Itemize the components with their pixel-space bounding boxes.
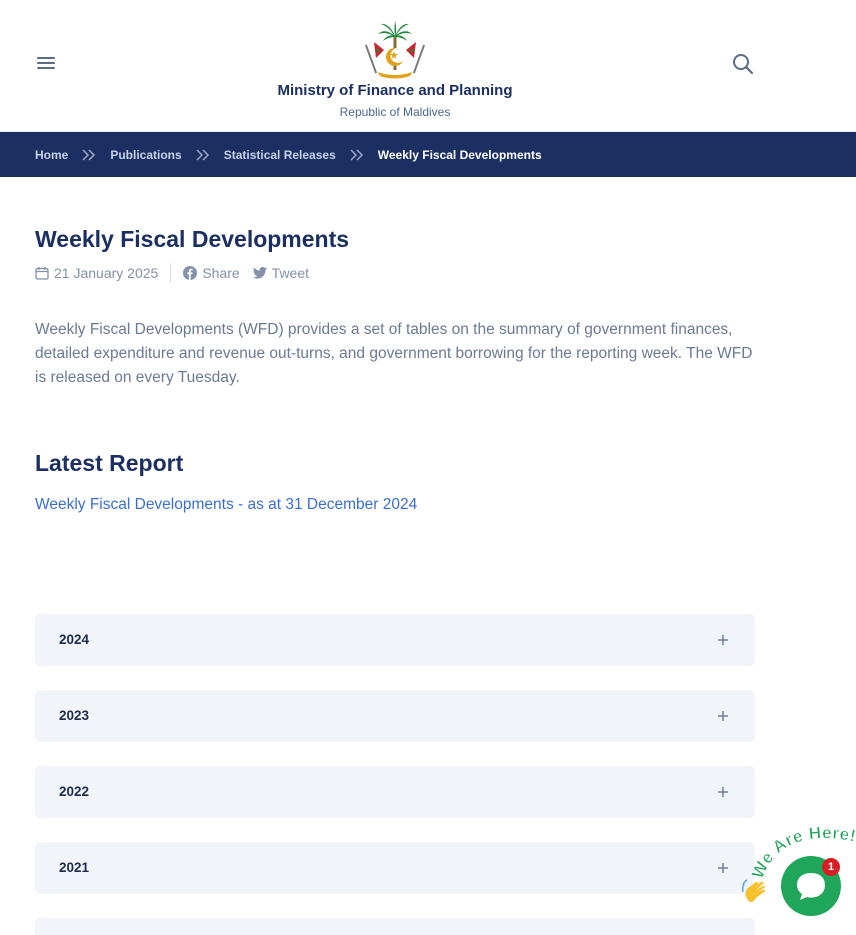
plus-icon bbox=[718, 635, 728, 645]
breadcrumb-bar: Home Publications Statistical Releases W… bbox=[0, 132, 856, 177]
facebook-icon bbox=[183, 266, 198, 280]
calendar-icon bbox=[35, 267, 49, 280]
double-chevron-right-icon bbox=[350, 148, 363, 161]
tweet-button[interactable]: Tweet bbox=[252, 265, 310, 281]
article-description: Weekly Fiscal Developments (WFD) provide… bbox=[35, 321, 753, 386]
breadcrumb-publications[interactable]: Publications bbox=[110, 148, 181, 162]
meta-divider bbox=[170, 263, 172, 283]
breadcrumb-home[interactable]: Home bbox=[35, 148, 68, 162]
breadcrumb-current: Weekly Fiscal Developments bbox=[377, 147, 542, 162]
chat-notification-badge: 1 bbox=[822, 858, 840, 876]
publish-date-text: 21 January 2025 bbox=[54, 265, 159, 281]
accordion-year-2022[interactable]: 2022 bbox=[35, 766, 755, 818]
site-header: Ministry of Finance and Planning Republi… bbox=[0, 0, 856, 132]
plus-icon bbox=[718, 863, 728, 873]
latest-report-link[interactable]: Weekly Fiscal Developments - as at 31 De… bbox=[35, 496, 417, 514]
plus-icon bbox=[718, 787, 728, 797]
twitter-icon bbox=[252, 267, 267, 279]
double-chevron-right-icon bbox=[82, 148, 96, 161]
accordion-year-2023[interactable]: 2023 bbox=[35, 690, 755, 742]
accordion-year-2024[interactable]: 2024 bbox=[35, 614, 755, 666]
organization-name[interactable]: Ministry of Finance and Planning bbox=[0, 82, 790, 99]
publish-date: 21 January 2025 bbox=[35, 265, 158, 281]
accordion-label: 2022 bbox=[59, 784, 90, 799]
breadcrumb-statistical-releases[interactable]: Statistical Releases bbox=[224, 148, 336, 162]
latest-report-heading: Latest Report bbox=[35, 450, 184, 476]
tweet-label: Tweet bbox=[271, 265, 310, 281]
accordion-year-2021[interactable]: 2021 bbox=[35, 842, 755, 894]
article-meta: 21 January 2025 Share Tweet bbox=[35, 263, 310, 283]
accordion-label: 2024 bbox=[59, 632, 90, 647]
chat-widget: We Are Here! 1 bbox=[740, 822, 856, 935]
share-button[interactable]: Share bbox=[183, 265, 240, 281]
page-title: Weekly Fiscal Developments bbox=[35, 226, 350, 252]
plus-icon bbox=[718, 711, 728, 721]
share-label: Share bbox=[202, 265, 240, 281]
accordion-year-partial[interactable] bbox=[35, 918, 755, 935]
breadcrumb: Home Publications Statistical Releases W… bbox=[35, 132, 542, 177]
double-chevron-right-icon bbox=[196, 148, 209, 161]
maldives-emblem-logo[interactable] bbox=[364, 20, 426, 82]
waving-hand-icon bbox=[741, 879, 766, 903]
hamburger-menu-icon[interactable] bbox=[36, 54, 58, 74]
accordion-label: 2023 bbox=[59, 708, 90, 723]
accordion-label: 2021 bbox=[59, 860, 90, 875]
search-icon[interactable] bbox=[731, 52, 755, 76]
organization-subtitle: Republic of Maldives bbox=[339, 105, 451, 119]
